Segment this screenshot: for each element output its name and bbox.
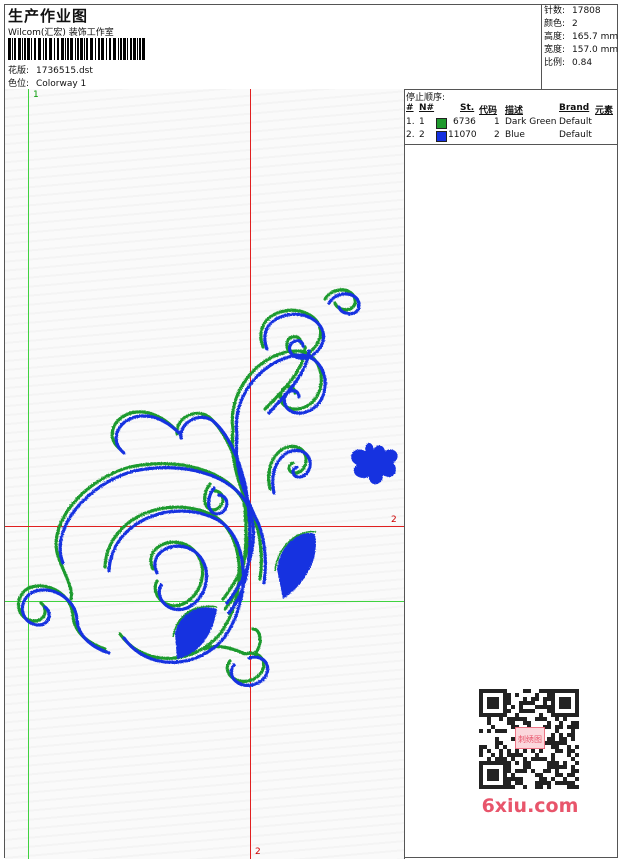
stat-width: 宽度: 157.0 mm [544, 45, 619, 55]
colorway-line: 色位: Colorway 1 [8, 76, 86, 89]
stat-height: 高度: 165.7 mm [544, 32, 619, 42]
legend-row[interactable]: 1. 1 6736 1 Dark Green Default [405, 117, 617, 130]
watermark-text: 6xiu.com [481, 795, 579, 817]
legend-divider [405, 144, 617, 145]
col-stitches: St. [460, 103, 475, 113]
stat-colors: 颜色: 2 [544, 19, 578, 29]
watermark: 刺绣图 6xiu.com [471, 683, 589, 823]
sheet-title: 生产作业图 [8, 7, 89, 25]
color-swatch [436, 131, 447, 142]
colorway-value: Colorway 1 [36, 79, 87, 89]
colorway-label: 色位: [8, 79, 30, 89]
design-file-value: 1736515.dst [36, 66, 93, 76]
svg-text:刺绣图: 刺绣图 [518, 734, 542, 744]
stats-panel: 针数: 17808 颜色: 2 高度: 165.7 mm 宽度: 157.0 mm 比例… [541, 5, 618, 89]
design-file-line: 花版: 1736515.dst [8, 63, 93, 76]
barcode-icon [8, 38, 145, 60]
stamp-icon: 刺绣图 [515, 727, 545, 749]
col-needle: N# [419, 103, 435, 113]
col-code: 代码 [479, 106, 498, 116]
design-canvas[interactable]: 1 2 2 [5, 89, 405, 859]
color-swatch [436, 118, 447, 129]
col-hash: # [406, 103, 414, 113]
legend-row[interactable]: 2. 2 11070 2 Blue Default [405, 130, 617, 143]
sheet-header: 生产作业图 Wilcom(汇宏) 装饰工作室 花版: 1736515.dst 色位… [5, 5, 618, 90]
embroidery-design [16, 288, 398, 687]
production-sheet: 生产作业图 Wilcom(汇宏) 装饰工作室 花版: 1736515.dst 色位… [4, 4, 618, 859]
stat-stitches: 针数: 17808 [544, 6, 601, 16]
col-element: 元素 [595, 106, 614, 116]
col-brand: Brand [559, 103, 590, 113]
stop-sequence-caption: 停止顺序: [406, 93, 446, 103]
design-file-label: 花版: [8, 66, 30, 76]
legend-header: # N# St. 代码 描述 Brand 元素 [405, 103, 617, 116]
col-description: 描述 [505, 106, 524, 116]
company-name: Wilcom(汇宏) 装饰工作室 [8, 28, 114, 38]
stat-scale: 比例: 0.84 [544, 58, 593, 68]
